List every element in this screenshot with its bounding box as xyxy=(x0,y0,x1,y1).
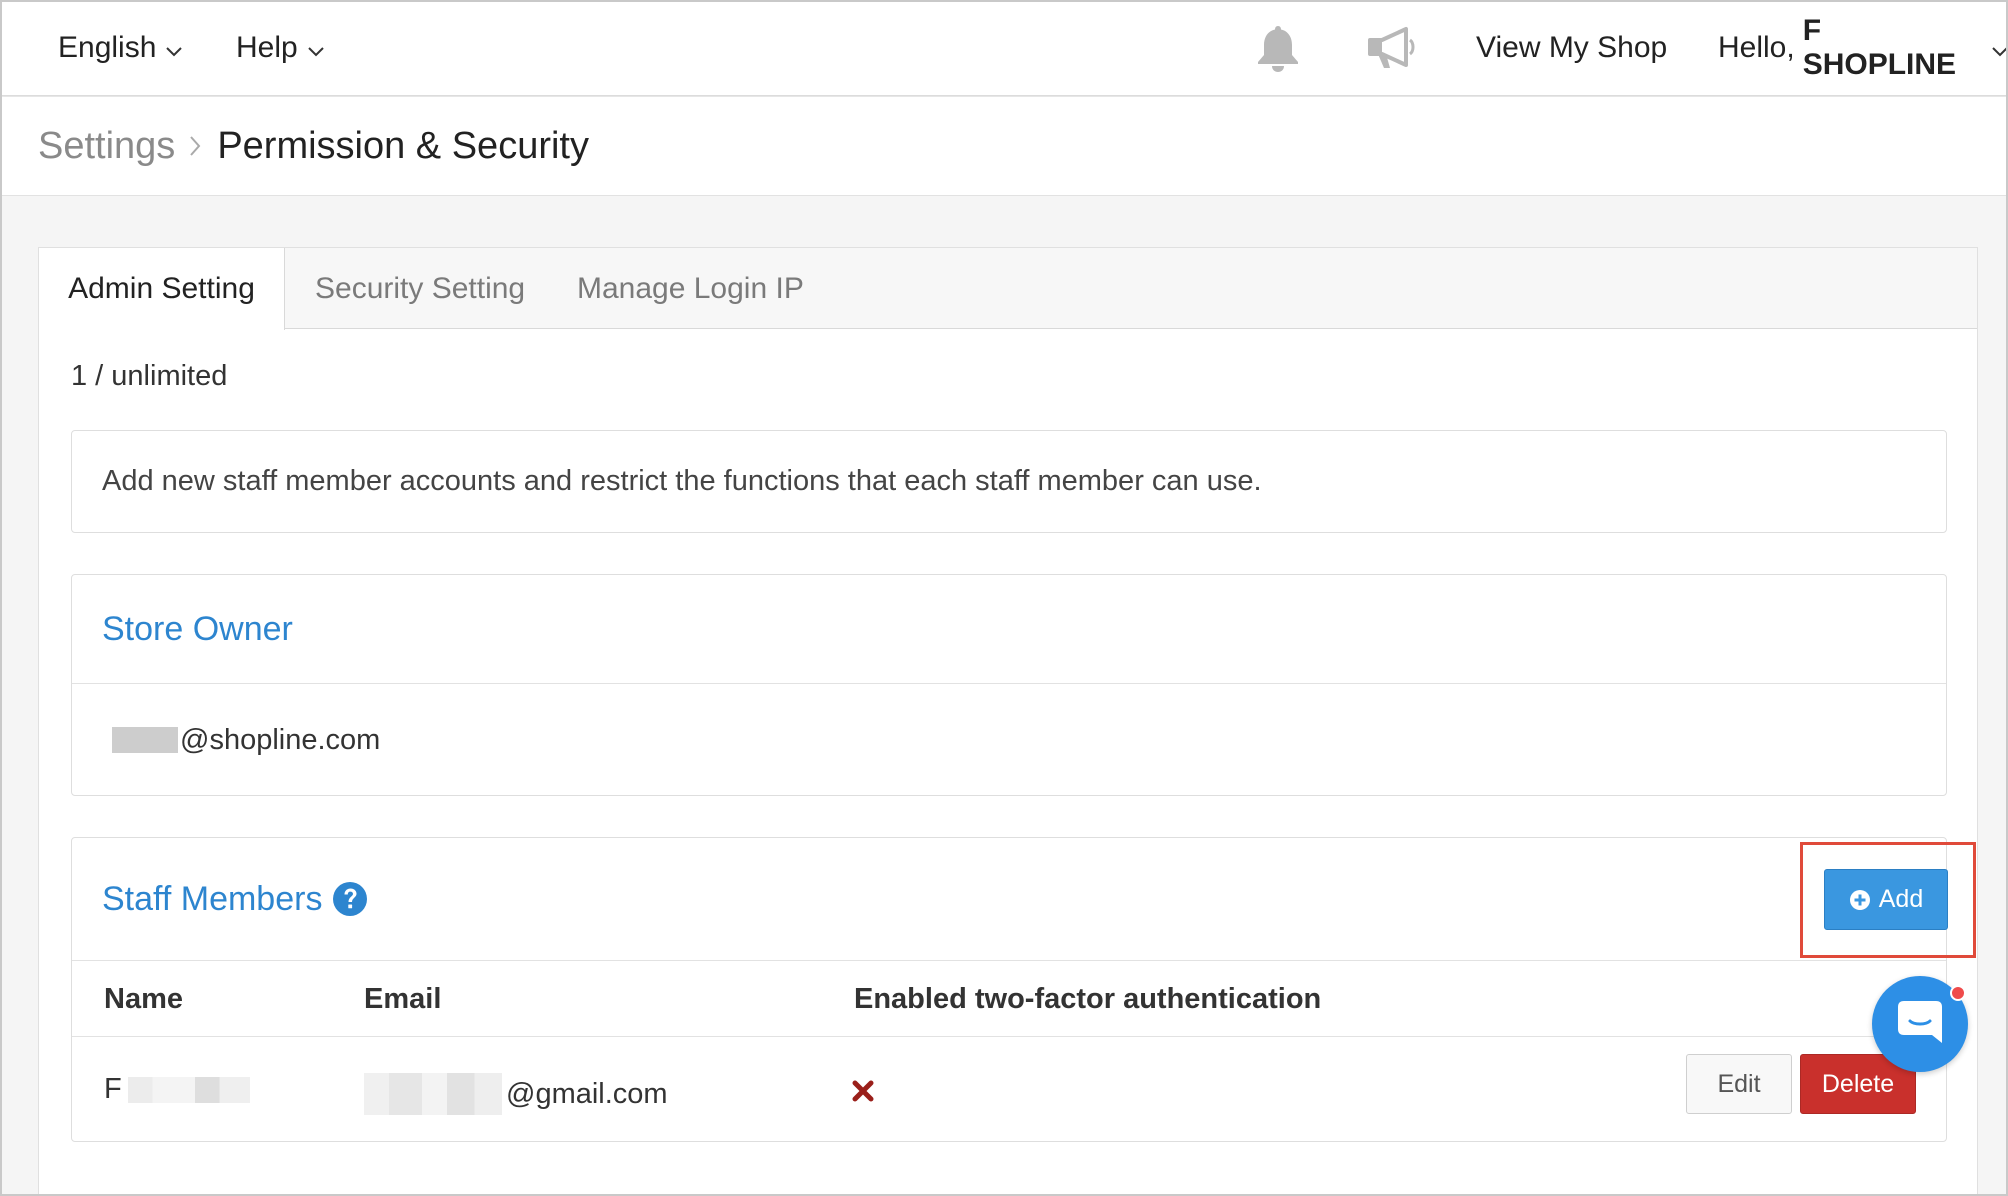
staff-count: 1 / unlimited xyxy=(71,360,228,392)
column-email: Email xyxy=(364,983,442,1015)
chat-notification-dot xyxy=(1950,985,1966,1001)
user-menu-dropdown[interactable]: Hello, F SHOPLINE xyxy=(1718,14,2008,82)
view-my-shop-link[interactable]: View My Shop xyxy=(1476,31,1667,65)
bell-icon[interactable] xyxy=(1254,24,1302,82)
tab-security-setting[interactable]: Security Setting xyxy=(315,248,525,330)
store-owner-email: @shopline.com xyxy=(72,684,1946,796)
chevron-down-icon xyxy=(166,31,183,65)
staff-email-suffix: @gmail.com xyxy=(506,1077,668,1110)
column-name: Name xyxy=(104,983,183,1015)
language-dropdown[interactable]: English xyxy=(58,30,183,65)
tab-bar: Admin Setting Security Setting Manage Lo… xyxy=(39,248,1977,330)
column-two-factor: Enabled two-factor authentication xyxy=(854,983,1322,1015)
staff-name: F xyxy=(104,1073,250,1106)
staff-email: @gmail.com xyxy=(364,1073,668,1115)
staff-table-header: Name Email Enabled two-factor authentica… xyxy=(72,961,1946,1037)
top-navigation: English Help View My Shop Hello, F SHOPL… xyxy=(0,0,2008,96)
store-owner-section: Store Owner @shopline.com xyxy=(71,574,1947,796)
breadcrumb-settings-link[interactable]: Settings xyxy=(38,125,175,168)
settings-panel: Admin Setting Security Setting Manage Lo… xyxy=(38,247,1978,1196)
page-title: Permission & Security xyxy=(217,124,589,167)
staff-name-prefix: F xyxy=(104,1073,122,1105)
chevron-right-icon xyxy=(189,135,201,157)
megaphone-icon[interactable] xyxy=(1366,26,1418,80)
user-name: F SHOPLINE xyxy=(1802,13,1957,81)
info-notice: Add new staff member accounts and restri… xyxy=(71,430,1947,533)
plus-circle-icon xyxy=(1849,889,1871,911)
staff-members-title: Staff Members xyxy=(102,879,323,918)
tab-admin-setting[interactable]: Admin Setting xyxy=(39,248,285,330)
help-dropdown[interactable]: Help xyxy=(236,31,324,65)
x-mark-icon xyxy=(852,1077,874,1110)
chevron-down-icon xyxy=(307,31,324,65)
table-row: F @gmail.com Edit Delete xyxy=(72,1037,1946,1141)
breadcrumb: Settings Permission & Security xyxy=(2,97,2006,196)
chat-icon xyxy=(1896,999,1944,1050)
chevron-down-icon xyxy=(1992,31,2008,65)
store-owner-title: Store Owner xyxy=(72,575,1946,684)
store-owner-email-suffix: @shopline.com xyxy=(180,723,381,756)
info-text: Add new staff member accounts and restri… xyxy=(102,465,1262,497)
staff-members-section: Staff Members Add Name Email Enabled two… xyxy=(71,837,1976,1142)
redacted-block xyxy=(364,1073,502,1115)
add-staff-button[interactable]: Add xyxy=(1824,869,1948,930)
question-circle-icon[interactable] xyxy=(332,881,368,917)
greeting-text: Hello, xyxy=(1718,30,1795,64)
add-button-label: Add xyxy=(1878,885,1924,913)
language-label: English xyxy=(58,30,157,64)
redacted-block xyxy=(112,727,178,753)
help-label: Help xyxy=(236,30,298,64)
staff-members-header: Staff Members Add xyxy=(72,838,1976,961)
redacted-block xyxy=(127,1076,250,1103)
tab-manage-login-ip[interactable]: Manage Login IP xyxy=(577,248,804,330)
edit-button[interactable]: Edit xyxy=(1686,1054,1792,1114)
